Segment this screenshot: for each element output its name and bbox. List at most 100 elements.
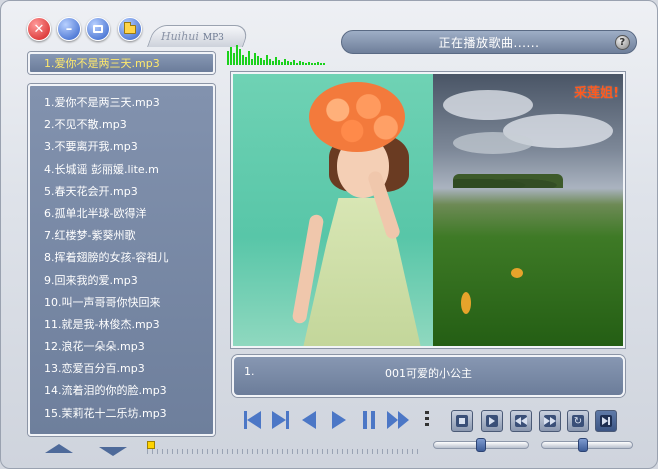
help-icon: ? [619,37,626,48]
spectrum-bar [266,55,268,65]
balance-slider[interactable] [433,438,529,452]
rewind-button[interactable] [510,410,532,432]
skip-first-icon [243,411,261,429]
spectrum-bar [272,61,274,65]
play-icon [332,411,346,429]
previous-button[interactable] [299,409,319,431]
spectrum-bar [311,63,313,65]
stop-button[interactable] [451,410,473,432]
mp3-player-window: ✕ – Huihui MP3 正在播放歌曲...... ? 1.爱你不是两三天.m… [0,0,658,469]
spectrum-bar [302,62,304,65]
minimize-icon: – [65,21,73,37]
help-button[interactable]: ? [615,35,630,50]
volume-knob[interactable] [578,438,588,452]
girl-image [233,74,433,346]
video-caption: 采莲姐! [574,86,619,101]
playlist-item[interactable]: 3.不要离开我.mp3 [44,136,213,158]
playlist-item[interactable]: 12.浪花一朵朵.mp3 [44,336,213,358]
restore-icon [93,25,103,33]
next-track-icon [600,415,612,427]
spectrum-bar [281,62,283,65]
pause-button[interactable] [359,409,379,431]
rewind-icon [515,415,527,427]
maximize-button[interactable] [86,17,110,41]
previous-icon [302,411,316,429]
spectrum-bar [227,51,229,65]
forward-icon [544,415,556,427]
play-small-button[interactable] [481,410,503,432]
app-logo: Huihui MP3 [161,30,224,43]
spectrum-bar [308,62,310,65]
seek-knob[interactable] [147,441,155,449]
play-button[interactable] [329,409,349,431]
spectrum-bar [230,47,232,65]
playlist-item[interactable]: 10.叫一声哥哥你快回来 [44,292,213,314]
spectrum-bar [260,58,262,65]
scroll-down-arrow-icon[interactable] [99,447,127,456]
spectrum-bar [314,63,316,65]
spectrum-bar [275,57,277,65]
current-track-display: 1.爱你不是两三天.mp3 [28,52,215,74]
spectrum-bar [245,57,247,65]
playlist-item[interactable]: 13.恋爱百分百.mp3 [44,358,213,380]
volume-slider[interactable] [541,438,633,452]
close-button[interactable]: ✕ [27,17,51,41]
playlist[interactable]: 1.爱你不是两三天.mp3 2.不见不散.mp3 3.不要离开我.mp3 4.长城谣 … [28,84,215,436]
playlist-item[interactable]: 5.春天花会开.mp3 [44,181,213,203]
playlist-item[interactable]: 7.红楼梦-紫葵州歌 [44,225,213,247]
spectrum-bar [320,63,322,65]
spectrum-bar [284,59,286,65]
scroll-up-arrow-icon[interactable] [45,444,73,453]
spectrum-bar [290,62,292,65]
spectrum-bar [293,60,295,65]
divider-handle [425,411,429,429]
playlist-item[interactable]: 6.孤单北半球-欧得洋 [44,203,213,225]
balance-knob[interactable] [476,438,486,452]
playlist-item[interactable]: 14.流着泪的你的脸.mp3 [44,380,213,402]
spectrum-bar [296,63,298,65]
repeat-button[interactable]: ↻ [567,410,589,432]
forward-button[interactable] [539,410,561,432]
fast-forward-icon [387,411,409,429]
minimize-button[interactable]: – [57,17,81,41]
spectrum-bar [233,53,235,65]
status-text: 正在播放歌曲...... [438,35,540,50]
skip-last-icon [271,411,289,429]
spectrum-bar [248,51,250,65]
playlist-item[interactable]: 15.茉莉花十二乐坊.mp3 [44,403,213,425]
first-track-button[interactable] [241,409,263,431]
playlist-item[interactable]: 1.爱你不是两三天.mp3 [44,92,213,114]
next-list-button[interactable] [595,410,617,432]
stop-icon [456,415,468,427]
spectrum-bar [251,59,253,65]
spectrum-bar [239,49,241,65]
spectrum-bar [257,56,259,65]
landscape-image: 采莲姐! [433,74,623,346]
playlist-item[interactable]: 2.不见不散.mp3 [44,114,213,136]
spectrum-bar [287,61,289,65]
playlist-item[interactable]: 4.长城谣 彭丽媛.lite.m [44,159,213,181]
pause-icon [363,411,375,429]
track-title: 001可爱的小公主 [385,367,472,380]
play-small-icon [486,415,498,427]
repeat-icon: ↻ [572,415,584,427]
open-folder-button[interactable] [118,17,142,41]
spectrum-bar [263,60,265,65]
track-info-bar: 1. 001可爱的小公主 [232,355,625,397]
seek-bar[interactable] [147,440,419,454]
logo-suffix: MP3 [202,33,224,43]
playlist-item[interactable]: 11.就是我-林俊杰.mp3 [44,314,213,336]
spectrum-bar [269,59,271,65]
fast-forward-button[interactable] [385,409,411,431]
spectrum-bar [254,53,256,65]
spectrum-visualizer [227,43,333,65]
spectrum-bar [242,55,244,65]
folder-icon [124,21,136,34]
spectrum-bar [278,60,280,65]
playlist-item[interactable]: 8.挥着翅膀的女孩-容祖儿 [44,247,213,269]
spectrum-bar [317,62,319,65]
video-screen: 采莲姐! [231,72,625,348]
playlist-item[interactable]: 9.回来我的爱.mp3 [44,270,213,292]
last-track-button[interactable] [269,409,291,431]
logo-text: Huihui [161,30,199,43]
